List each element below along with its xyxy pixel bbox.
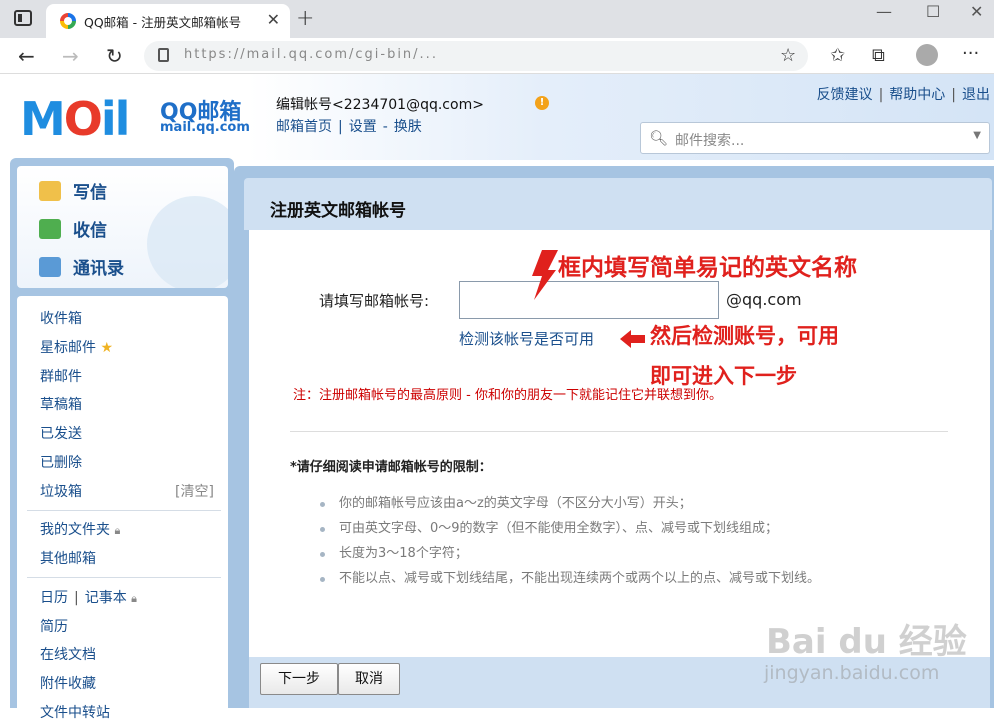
tab-close-icon[interactable]: ✕ [267,10,280,29]
back-button[interactable]: ← [18,44,35,68]
logo-domain: mail.qq.com [160,120,250,135]
file-transfer-link[interactable]: 文件中转站 [40,702,110,722]
reload-button[interactable]: ↻ [106,44,123,68]
minimize-button[interactable]: — [876,2,892,21]
attachments-link[interactable]: 附件收藏 [40,673,96,693]
folder-group[interactable]: 群邮件 [40,366,82,386]
divider [27,510,221,511]
new-tab-button[interactable]: + [296,6,314,31]
contacts-button[interactable]: 通讯录 [39,254,124,279]
account-label: 请填写邮箱帐号: [319,292,430,310]
close-window-button[interactable]: ✕ [970,2,983,21]
online-docs-link[interactable]: 在线文档 [40,644,96,664]
warning-icon[interactable]: ! [535,96,549,110]
pencil-icon [39,181,61,201]
settings-link[interactable]: 设置 [349,119,377,135]
more-menu-icon[interactable]: ··· [962,43,979,64]
star-icon: ★ [100,340,114,356]
top-right-links: 反馈建议 | 帮助中心 | 退出 [816,87,990,103]
watermark-url: jingyan.baidu.com [764,662,940,684]
my-folders[interactable]: 我的文件夹 🔒︎ [40,519,120,539]
list-item: 可由英文字母、0～9的数字（但不能使用全数字）、点、减号或下划线组成； [320,519,820,544]
mail-header: MOil QQ邮箱 mail.qq.com 编辑帐号<2234701@qq.co… [0,74,994,160]
download-icon [39,219,61,239]
url-bar[interactable]: https://mail.qq.com/cgi-bin/... ☆ [144,41,808,71]
folder-sent[interactable]: 已发送 [40,423,82,443]
help-link[interactable]: 帮助中心 [889,87,945,103]
check-availability-link[interactable]: 检测该帐号是否可用 [459,328,594,349]
sidebar-actions: 写信 收信 通讯录 [17,166,228,288]
domain-suffix: @qq.com [726,290,802,309]
list-item: 不能以点、减号或下划线结尾，不能出现连续两个或两个以上的点、减号或下划线。 [320,569,820,594]
main-title-bar: 注册英文邮箱帐号 [244,178,992,230]
folder-list: 收件箱 星标邮件 ★ 群邮件 草稿箱 已发送 已删除 垃圾箱 [清空] 我的文件… [17,296,228,721]
other-mailboxes[interactable]: 其他邮箱 [40,548,96,568]
baidu-watermark: Bai du 经验 [766,622,967,662]
resume-link[interactable]: 简历 [40,616,68,636]
mail-search-input[interactable]: 🔍︎ 邮件搜索... ▼ [640,122,990,154]
lock-icon: 🔒︎ [131,592,138,605]
chevron-down-icon[interactable]: ▼ [973,130,981,141]
tab-actions-icon[interactable] [14,10,32,26]
notebook-link[interactable]: 记事本 [85,590,127,606]
list-item: 你的邮箱帐号应该由a～z的英文字母（不区分大小写）开头； [320,494,820,519]
profile-avatar[interactable] [916,44,938,66]
penguin-decoration [147,196,228,288]
maximize-button[interactable]: ☐ [926,2,940,21]
account-input[interactable] [459,281,719,319]
folder-deleted[interactable]: 已删除 [40,452,82,472]
account-name: 编辑帐号<2234701@qq.com> [276,97,484,113]
receive-button[interactable]: 收信 [39,216,107,241]
arrow-left-icon [620,330,645,348]
divider [290,431,948,432]
browser-tabbar: QQ邮箱 - 注册英文邮箱帐号 ✕ + — ☐ ✕ [0,0,994,38]
folder-drafts[interactable]: 草稿箱 [40,394,82,414]
contacts-icon [39,257,61,277]
logout-link[interactable]: 退出 [962,87,990,103]
calendar-notebook-row: 日历 | 记事本 🔒︎ [40,590,138,606]
cancel-button[interactable]: 取消 [338,663,400,695]
list-item: 长度为3～18个字符； [320,544,820,569]
address-toolbar: ← → ↻ https://mail.qq.com/cgi-bin/... ☆ … [0,38,994,74]
skin-link[interactable]: 换肤 [394,119,422,135]
annotation-line1: 然后检测账号，可用 [650,324,839,348]
search-icon: 🔍︎ [649,129,669,147]
compose-button[interactable]: 写信 [39,178,107,203]
rules-title: *请仔细阅读申请邮箱帐号的限制： [290,460,492,475]
lightning-icon [532,250,558,300]
divider [27,577,221,578]
clear-spam-link[interactable]: [清空] [175,481,214,501]
favorite-add-icon[interactable]: ☆ [780,45,796,66]
browser-tab[interactable]: QQ邮箱 - 注册英文邮箱帐号 ✕ [46,4,290,38]
qqmail-logo[interactable]: MOil [20,92,130,146]
calendar-link[interactable]: 日历 [40,590,68,606]
tab-title: QQ邮箱 - 注册英文邮箱帐号 [84,15,242,30]
next-step-button[interactable]: 下一步 [260,663,338,695]
annotation-top: 框内填写简单易记的英文名称 [558,255,857,281]
rules-list: 你的邮箱帐号应该由a～z的英文字母（不区分大小写）开头； 可由英文字母、0～9的… [320,494,820,594]
feedback-link[interactable]: 反馈建议 [817,87,873,103]
forward-button[interactable]: → [62,44,79,68]
page-title: 注册英文邮箱帐号 [270,201,406,221]
collections-icon[interactable]: ⧉ [872,45,885,66]
header-links: 邮箱首页 | 设置 - 换肤 [276,119,422,135]
folder-spam[interactable]: 垃圾箱 [40,481,82,501]
folder-starred[interactable]: 星标邮件 ★ [40,337,113,357]
folder-inbox[interactable]: 收件箱 [40,308,82,328]
url-text: https://mail.qq.com/cgi-bin/... [184,47,438,62]
mailbox-home-link[interactable]: 邮箱首页 [276,119,332,135]
lock-icon: 🔒︎ [114,524,121,537]
annotation-line2: 即可进入下一步 [650,364,797,388]
qq-favicon-icon [60,13,76,29]
lock-icon [158,48,169,62]
favorites-icon[interactable]: ✩ [830,45,845,66]
search-placeholder: 邮件搜索... [675,133,745,149]
